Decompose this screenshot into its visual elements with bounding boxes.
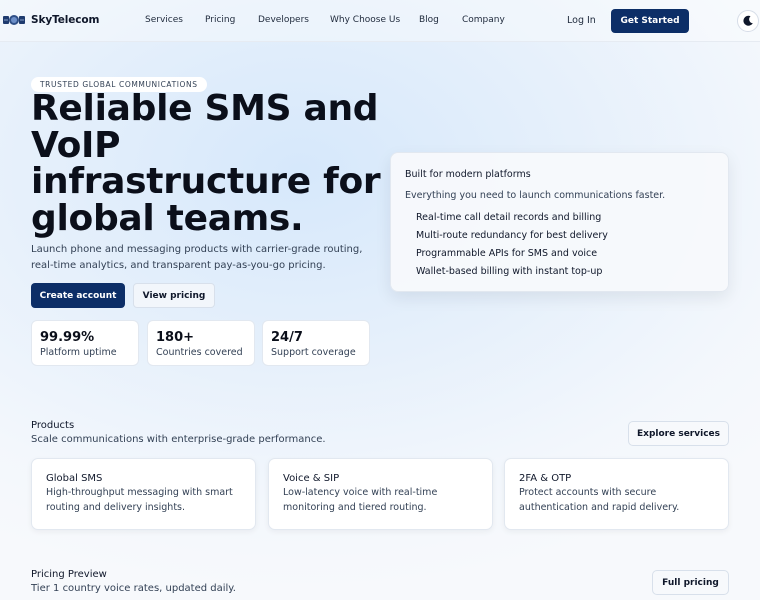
theme-toggle-button[interactable] [737,10,759,32]
stat-label: Platform uptime [40,347,117,358]
feature-item: Wallet-based billing with instant top-up [416,266,603,277]
product-card-global-sms[interactable]: Global SMS High-throughput messaging wit… [31,458,256,530]
product-card-title: Global SMS [46,473,103,484]
stat-uptime: 99.99% Platform uptime [31,320,139,366]
nav-link-blog[interactable]: Blog [419,15,439,25]
product-card-description: Low-latency voice with real-time monitor… [283,487,438,513]
stat-support: 24/7 Support coverage [262,320,370,366]
nav-link-why-choose-us[interactable]: Why Choose Us [330,15,400,25]
hero-subtitle: Launch phone and messaging products with… [31,244,363,271]
product-card-2fa-otp[interactable]: 2FA & OTP Protect accounts with secure a… [504,458,729,530]
moon-icon [743,15,753,26]
login-link[interactable]: Log In [567,15,596,26]
stat-label: Countries covered [156,347,243,358]
nav-link-pricing[interactable]: Pricing [205,15,235,25]
full-pricing-button[interactable]: Full pricing [652,570,729,595]
product-card-title: Voice & SIP [283,473,340,484]
hero-title: Reliable SMS and VoIP infrastructure for… [31,88,381,239]
features-card-subtitle: Everything you need to launch communicat… [405,190,666,201]
brand-logo[interactable]: SkyTelecom [3,11,99,29]
create-account-button[interactable]: Create account [31,283,125,308]
stat-label: Support coverage [271,347,356,358]
nav-link-company[interactable]: Company [462,15,505,25]
feature-item: Real-time call detail records and billin… [416,212,602,223]
features-card: Built for modern platforms Everything yo… [390,152,729,292]
stat-countries: 180+ Countries covered [147,320,255,366]
product-card-voice-sip[interactable]: Voice & SIP Low-latency voice with real-… [268,458,493,530]
product-card-title: 2FA & OTP [519,473,572,484]
product-card-description: High-throughput messaging with smart rou… [46,487,233,513]
top-navigation: SkyTelecom Services Pricing Developers W… [0,0,760,42]
pricing-subtitle: Tier 1 country voice rates, updated dail… [31,583,236,594]
get-started-button[interactable]: Get Started [611,9,689,33]
products-subtitle: Scale communications with enterprise-gra… [31,434,326,445]
product-card-description: Protect accounts with secure authenticat… [519,487,680,513]
pricing-title: Pricing Preview [31,569,107,580]
features-list: Real-time call detail records and billin… [416,211,608,283]
explore-services-button[interactable]: Explore services [628,421,729,446]
feature-item: Programmable APIs for SMS and voice [416,248,598,259]
view-pricing-button[interactable]: View pricing [133,283,215,308]
stat-value: 180+ [156,330,195,345]
satellite-logo-icon [3,15,25,25]
stat-value: 24/7 [271,330,303,345]
stat-value: 99.99% [40,330,95,345]
features-card-title: Built for modern platforms [405,169,531,180]
nav-link-developers[interactable]: Developers [258,15,309,25]
nav-link-services[interactable]: Services [145,15,183,25]
brand-name: SkyTelecom [31,14,100,26]
feature-item: Multi-route redundancy for best delivery [416,230,608,241]
products-title: Products [31,420,75,431]
